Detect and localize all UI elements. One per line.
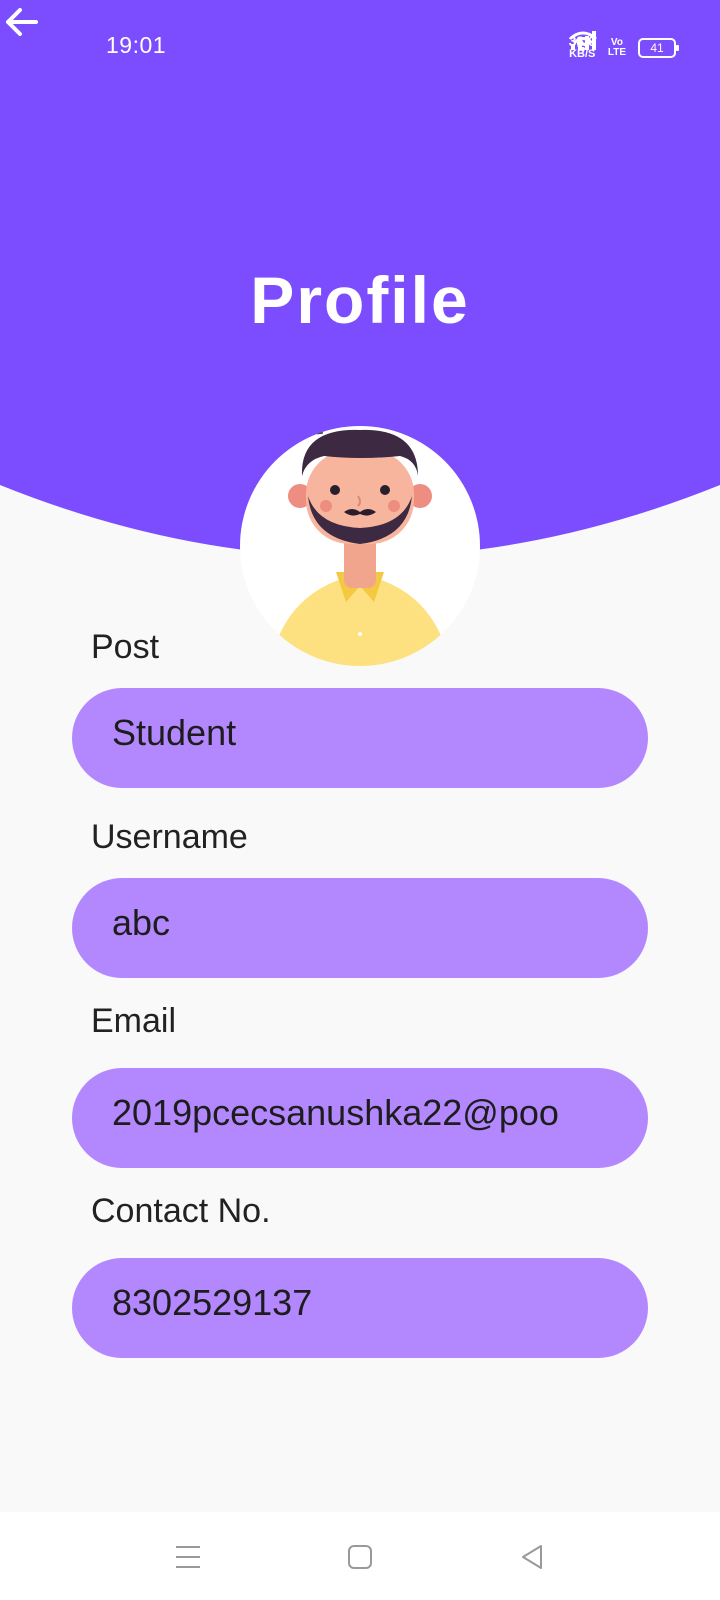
volte-bottom: LTE [607, 47, 626, 58]
post-value: Student [112, 712, 237, 753]
contact-value: 8302529137 [112, 1282, 313, 1323]
post-field[interactable]: Student [72, 688, 648, 788]
back-arrow-icon[interactable] [0, 0, 44, 44]
page-title: Profile [250, 263, 470, 337]
email-field[interactable]: 2019pcecsanushka22@poo [72, 1068, 648, 1168]
back-triangle-icon[interactable] [517, 1542, 547, 1572]
volte-indicator: Vo LTE [608, 38, 626, 58]
email-value: 2019pcecsanushka22@poo [112, 1092, 559, 1133]
email-label: Email [91, 1002, 177, 1040]
home-icon[interactable] [345, 1542, 375, 1572]
username-field[interactable]: abc [72, 878, 648, 978]
username-label: Username [91, 818, 248, 856]
navigation-bar [0, 1512, 720, 1600]
contact-label: Contact No. [91, 1192, 271, 1230]
avatar [240, 426, 480, 666]
post-label: Post [91, 628, 160, 666]
username-value: abc [112, 902, 171, 943]
status-time: 19:01 [106, 32, 167, 58]
status-bar: 19:01 38.0 KB/S Vo LTE 41 [0, 0, 720, 90]
contact-field[interactable]: 8302529137 [72, 1258, 648, 1358]
avatar-illustration [278, 426, 442, 666]
battery-level: 41 [650, 41, 664, 55]
signal-icon [570, 31, 596, 50]
menu-icon[interactable] [173, 1542, 203, 1572]
status-icons: 38.0 KB/S Vo LTE 41 [569, 30, 679, 66]
battery-icon: 41 [638, 38, 679, 58]
